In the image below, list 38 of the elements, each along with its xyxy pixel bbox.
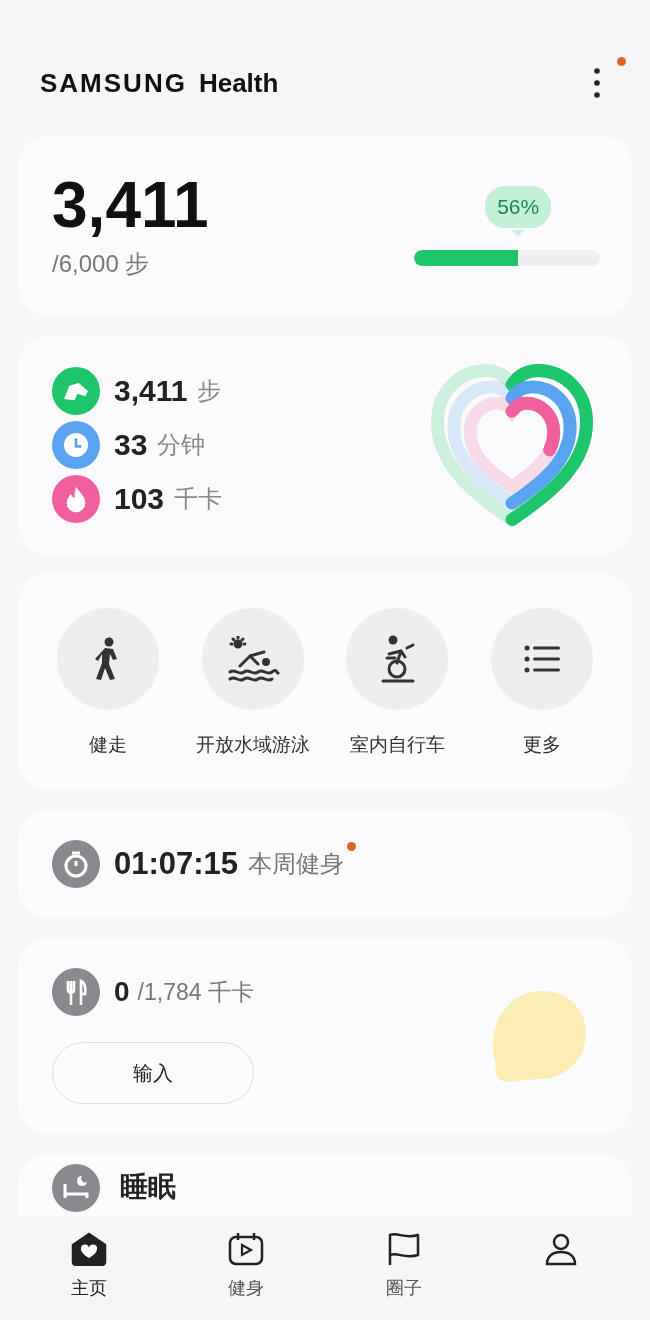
stopwatch-icon bbox=[52, 840, 100, 888]
workout-duration: 01:07:15 bbox=[114, 846, 239, 882]
activity-card[interactable]: 3,411 步 33 分钟 103 千卡 bbox=[18, 336, 632, 554]
activity-unit: 千卡 bbox=[174, 484, 223, 514]
bubble-pointer bbox=[512, 230, 525, 236]
calorie-target: /1,784 千卡 bbox=[137, 977, 254, 1007]
input-button[interactable]: 输入 bbox=[52, 1042, 254, 1104]
brand-logo: SAMSUNG bbox=[40, 67, 187, 99]
home-icon bbox=[70, 1232, 107, 1266]
step-goal: /6,000 步 bbox=[52, 249, 151, 279]
calendar-play-icon bbox=[228, 1232, 265, 1266]
nav-tab[interactable]: 主页 bbox=[28, 1232, 149, 1300]
fork-knife-icon bbox=[52, 968, 100, 1016]
workout-shortcut[interactable]: 室内自行车 bbox=[327, 608, 468, 790]
bed-icon bbox=[52, 1164, 100, 1212]
person-icon bbox=[544, 1232, 579, 1266]
list-icon bbox=[523, 645, 560, 673]
activity-value: 3,411 bbox=[114, 374, 188, 408]
activity-value: 33 bbox=[114, 428, 148, 462]
food-calories: 0 bbox=[114, 976, 130, 1008]
sleep-title: 睡眠 bbox=[120, 1170, 176, 1204]
workout-shortcut[interactable]: 更多 bbox=[471, 608, 612, 790]
sleep-card[interactable]: 睡眠 bbox=[18, 1154, 632, 1216]
step-count: 3,411 bbox=[52, 172, 209, 238]
workout-shortcut[interactable]: 开放水域游泳 bbox=[182, 608, 323, 790]
steps-card[interactable]: 3,411 /6,000 步 56% bbox=[18, 136, 632, 316]
flag-icon bbox=[386, 1232, 421, 1266]
app-title: Health bbox=[198, 67, 279, 99]
nav-tab[interactable]: 健身 bbox=[186, 1232, 307, 1300]
weekly-workout-card[interactable]: 01:07:15 本周健身 bbox=[18, 810, 632, 918]
activity-value: 103 bbox=[114, 482, 165, 516]
food-card[interactable]: 0 /1,784 千卡 输入 bbox=[18, 938, 632, 1134]
activity-unit: 步 bbox=[197, 376, 222, 406]
activity-unit: 分钟 bbox=[157, 430, 206, 460]
weekly-label: 本周健身 bbox=[248, 850, 345, 877]
nav-tab[interactable]: 圈子 bbox=[343, 1232, 464, 1300]
workout-shortcut[interactable]: 健走 bbox=[38, 608, 178, 790]
percent-bubble: 56% bbox=[485, 186, 552, 228]
